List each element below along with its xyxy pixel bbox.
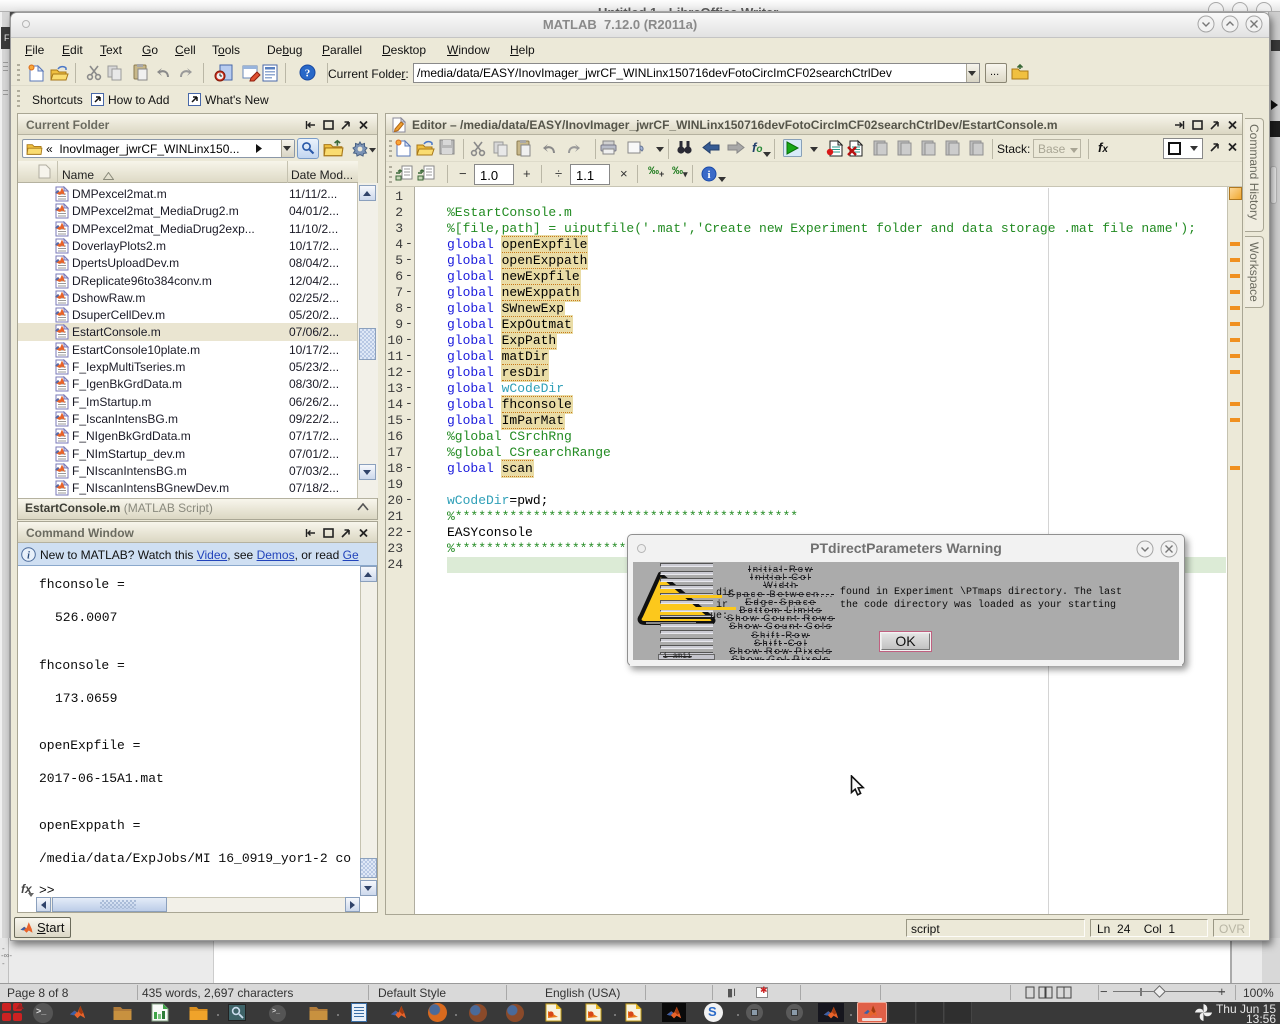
svg-text:?: ?: [305, 68, 311, 80]
svg-text:i: i: [27, 551, 30, 562]
svg-text:i: i: [707, 169, 710, 181]
